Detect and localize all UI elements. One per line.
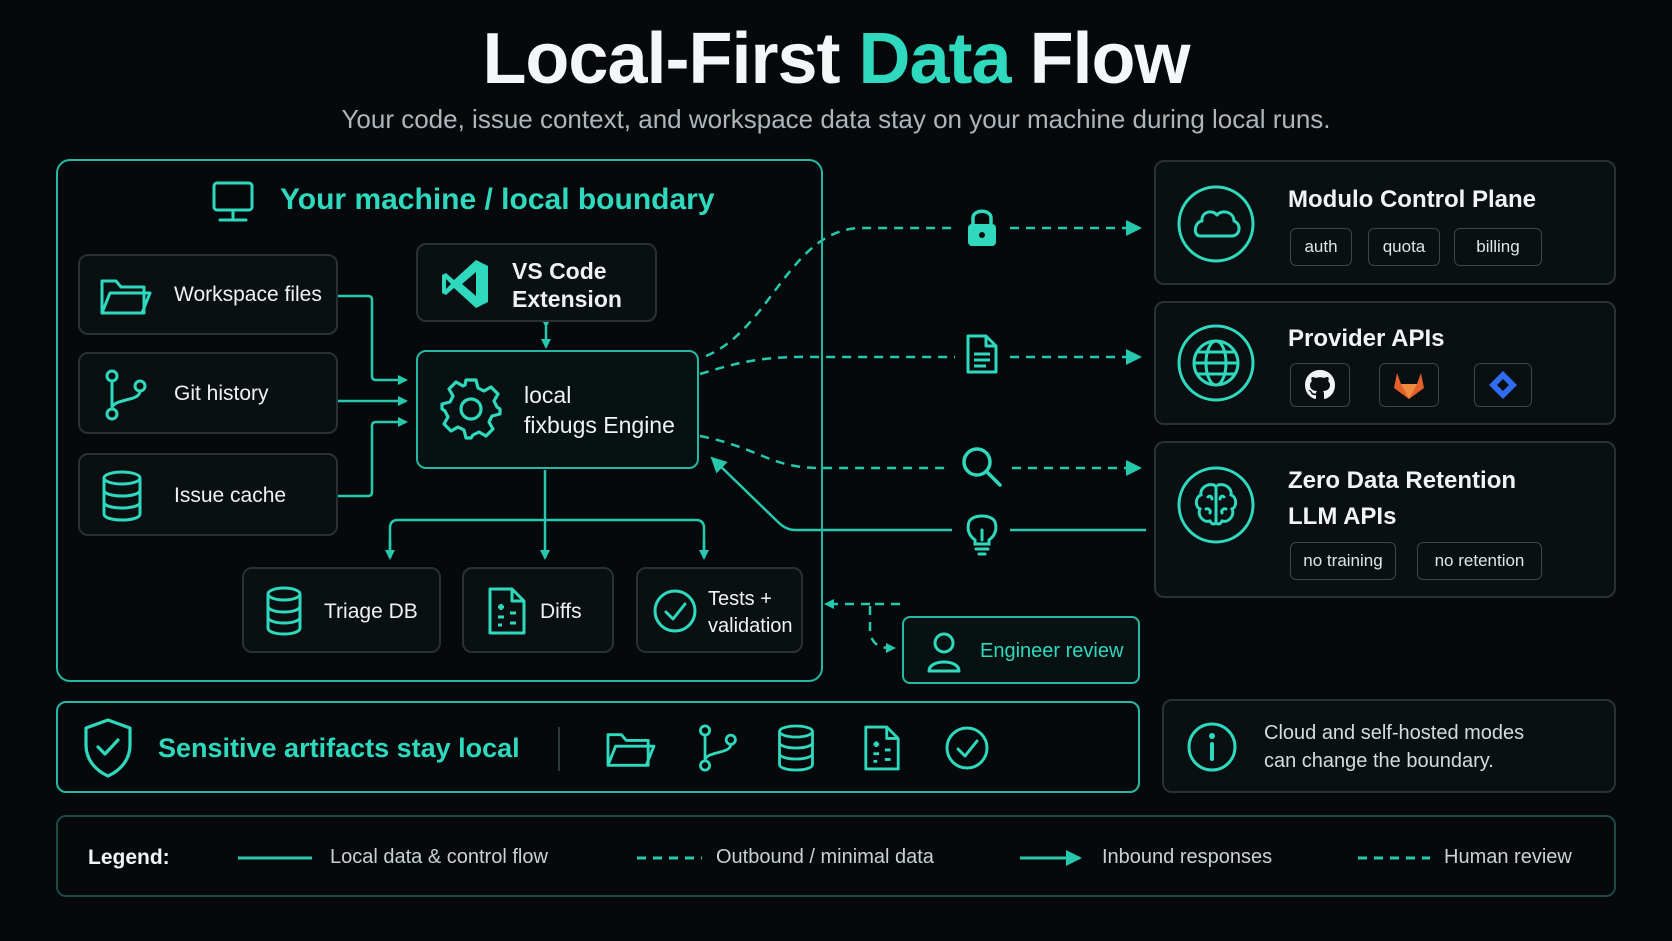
folder-icon — [98, 273, 152, 324]
source-workspace-files[interactable]: Workspace files — [78, 254, 338, 335]
output-label: Triage DB — [324, 600, 418, 623]
info-box: Cloud and self-hosted modes can change th… — [1162, 699, 1616, 793]
chip-billing: billing — [1454, 228, 1542, 266]
info-icon — [1186, 721, 1238, 778]
legend-title: Legend: — [88, 846, 170, 869]
github-icon — [1290, 363, 1350, 407]
legend-item-outbound: Outbound / minimal data — [716, 846, 934, 868]
check-circle-icon — [652, 588, 698, 639]
gitlab-icon — [1379, 363, 1439, 407]
lock-icon — [964, 206, 1000, 253]
control-plane-box[interactable]: Modulo Control Plane auth quota billing — [1154, 160, 1616, 285]
page-title: Local-First Data Flow — [482, 19, 1190, 99]
chip-auth: auth — [1290, 228, 1352, 266]
engineer-review-box[interactable]: Engineer review — [902, 616, 1140, 684]
database-icon — [774, 723, 818, 778]
legend-item-inbound: Inbound responses — [1102, 846, 1273, 868]
sensitive-artifacts-banner: Sensitive artifacts stay local — [56, 701, 1140, 793]
jira-icon — [1474, 363, 1532, 407]
engineer-review-label: Engineer review — [980, 640, 1124, 662]
vscode-extension-box[interactable]: VS Code Extension — [416, 243, 657, 322]
output-triage-db[interactable]: Triage DB — [242, 567, 441, 653]
vscode-icon — [440, 258, 492, 315]
control-plane-title: Modulo Control Plane — [1288, 186, 1536, 213]
source-label: Git history — [174, 382, 269, 405]
database-icon — [262, 585, 306, 642]
database-icon — [98, 469, 146, 528]
output-tests-validation[interactable]: Tests + validation — [636, 567, 803, 653]
output-diffs[interactable]: Diffs — [462, 567, 614, 653]
fixbugs-engine-box[interactable]: local fixbugs Engine — [416, 350, 699, 469]
sensitive-label: Sensitive artifacts stay local — [158, 733, 520, 763]
diff-file-icon — [486, 585, 528, 642]
shield-icon — [82, 717, 134, 784]
legend-item-human-review: Human review — [1444, 846, 1572, 868]
provider-apis-title: Provider APIs — [1288, 325, 1445, 352]
output-label: Diffs — [540, 600, 582, 623]
output-label: Tests + validation — [708, 588, 793, 637]
gear-icon — [438, 376, 504, 447]
document-icon — [964, 333, 1000, 380]
review-dashed-line — [868, 602, 900, 653]
page-subtitle: Your code, issue context, and workspace … — [341, 104, 1331, 134]
check-circle-icon — [944, 725, 990, 776]
git-branch-icon — [694, 723, 740, 778]
git-branch-icon — [100, 368, 150, 427]
vscode-label: VS Code Extension — [512, 258, 622, 312]
zdr-title: Zero Data Retention LLM APIs — [1288, 467, 1517, 530]
lightbulb-icon — [964, 510, 1000, 561]
chip-no-retention: no retention — [1417, 542, 1542, 580]
info-text: Cloud and self-hosted modes can change th… — [1264, 722, 1525, 772]
cloud-icon — [1176, 184, 1256, 269]
folder-icon — [604, 727, 656, 776]
source-issue-cache[interactable]: Issue cache — [78, 453, 338, 536]
legend-item-local: Local data & control flow — [330, 846, 548, 868]
brain-icon — [1176, 465, 1256, 550]
engine-label: local fixbugs Engine — [524, 382, 675, 438]
zdr-llm-box[interactable]: Zero Data Retention LLM APIs no training … — [1154, 441, 1616, 598]
chip-quota: quota — [1368, 228, 1440, 266]
person-icon — [926, 631, 962, 678]
chip-no-training: no training — [1290, 542, 1396, 580]
source-label: Issue cache — [174, 484, 287, 507]
source-git-history[interactable]: Git history — [78, 352, 338, 434]
divider — [558, 727, 560, 771]
diff-file-icon — [862, 723, 902, 778]
source-label: Workspace files — [174, 283, 322, 306]
local-boundary-title: Your machine / local boundary — [280, 183, 715, 216]
search-icon — [960, 445, 1004, 494]
globe-icon — [1176, 323, 1256, 408]
provider-apis-box[interactable]: Provider APIs — [1154, 301, 1616, 425]
monitor-icon — [208, 180, 258, 224]
